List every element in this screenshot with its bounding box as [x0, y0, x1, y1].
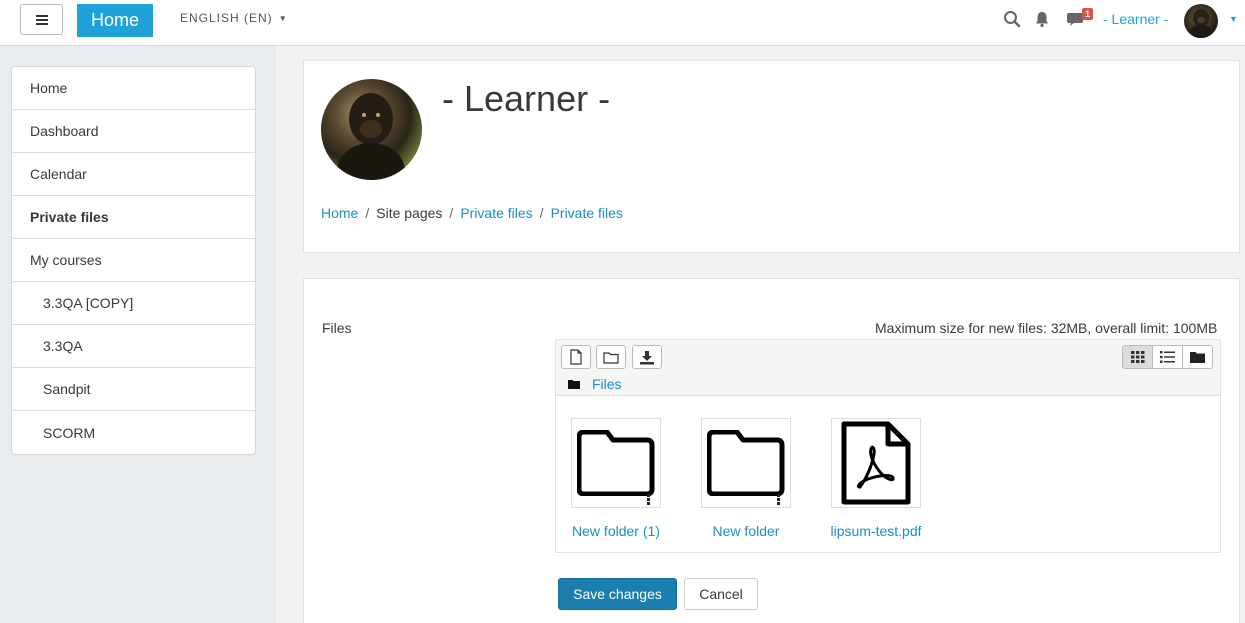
- sidebar-nav: Home Dashboard Calendar Private files My…: [11, 66, 256, 455]
- breadcrumb-separator: /: [449, 205, 454, 221]
- profile-avatar: [321, 79, 422, 180]
- max-size-note: Maximum size for new files: 32MB, overal…: [875, 320, 1218, 336]
- sidebar-item-my-courses[interactable]: My courses: [12, 239, 255, 282]
- caret-down-icon: ▼: [278, 14, 288, 24]
- file-manager: Files New folder (1) New folder lipsum-t…: [555, 339, 1221, 553]
- folder-icon: [568, 380, 580, 389]
- file-thumbnail[interactable]: [701, 418, 791, 508]
- user-menu-name[interactable]: - Learner -: [1103, 11, 1168, 27]
- file-thumbnail[interactable]: [571, 418, 661, 508]
- sidebar-item-dashboard[interactable]: Dashboard: [12, 110, 255, 153]
- sidebar-item-private-files[interactable]: Private files: [12, 196, 255, 239]
- user-avatar[interactable]: [1184, 4, 1218, 38]
- add-file-button[interactable]: [561, 345, 591, 369]
- folder-icon: [707, 430, 785, 496]
- hamburger-icon: [35, 14, 48, 25]
- save-changes-button[interactable]: Save changes: [558, 578, 677, 610]
- download-button[interactable]: [632, 345, 662, 369]
- sidebar-item-course[interactable]: 3.3QA: [12, 325, 255, 368]
- breadcrumb: Home / Site pages / Private files / Priv…: [321, 205, 623, 221]
- more-options-icon[interactable]: [647, 493, 650, 505]
- breadcrumb-separator: /: [539, 205, 544, 221]
- view-list-button[interactable]: [1152, 345, 1183, 369]
- sidebar-item-home[interactable]: Home: [12, 67, 255, 110]
- file-item-name[interactable]: lipsum-test.pdf: [821, 523, 931, 539]
- language-label: ENGLISH (EN): [180, 11, 273, 25]
- file-item-name[interactable]: New folder: [691, 523, 801, 539]
- language-selector[interactable]: ENGLISH (EN) ▼: [180, 11, 288, 25]
- grid-icon: [1130, 351, 1144, 363]
- view-tree-button[interactable]: [1182, 345, 1213, 369]
- search-icon[interactable]: [1003, 10, 1021, 28]
- sidebar-item-calendar[interactable]: Calendar: [12, 153, 255, 196]
- page-title: - Learner -: [442, 78, 611, 119]
- file-manager-toolbar: Files: [556, 340, 1220, 396]
- breadcrumb-site-pages: Site pages: [376, 205, 443, 221]
- file-item[interactable]: New folder (1): [561, 418, 671, 539]
- pdf-icon: [841, 421, 911, 505]
- download-icon: [640, 350, 654, 364]
- cancel-button[interactable]: Cancel: [684, 578, 758, 610]
- breadcrumb-private-files[interactable]: Private files: [460, 205, 532, 221]
- breadcrumb-private-files-current[interactable]: Private files: [551, 205, 623, 221]
- list-icon: [1160, 351, 1175, 363]
- breadcrumb-home[interactable]: Home: [321, 205, 358, 221]
- top-navbar: Home ENGLISH (EN) ▼ 1 - Learner - ▼: [0, 0, 1245, 46]
- file-item[interactable]: New folder: [691, 418, 801, 539]
- caret-down-icon[interactable]: ▼: [1229, 14, 1238, 24]
- bell-icon[interactable]: [1033, 10, 1051, 28]
- brand-home-link[interactable]: Home: [77, 4, 153, 37]
- file-item[interactable]: lipsum-test.pdf: [821, 418, 931, 539]
- sidebar-item-course[interactable]: Sandpit: [12, 368, 255, 411]
- message-count-badge: 1: [1082, 8, 1094, 20]
- sidebar-item-course[interactable]: SCORM: [12, 411, 255, 454]
- folder-icon: [603, 351, 619, 364]
- create-folder-button[interactable]: [596, 345, 626, 369]
- view-icons-button[interactable]: [1122, 345, 1153, 369]
- file-thumbnail[interactable]: [831, 418, 921, 508]
- files-field-label: Files: [322, 320, 352, 336]
- menu-toggle-button[interactable]: [20, 4, 63, 35]
- folder-icon: [577, 430, 655, 496]
- file-icon: [570, 349, 582, 365]
- breadcrumb-separator: /: [365, 205, 370, 221]
- sidebar-item-course[interactable]: 3.3QA [COPY]: [12, 282, 255, 325]
- view-mode-group: [1122, 345, 1213, 369]
- file-path: Files: [568, 376, 622, 392]
- folder-icon: [1190, 352, 1205, 363]
- more-options-icon[interactable]: [777, 493, 780, 505]
- file-item-name[interactable]: New folder (1): [561, 523, 671, 539]
- path-files-link[interactable]: Files: [592, 376, 622, 392]
